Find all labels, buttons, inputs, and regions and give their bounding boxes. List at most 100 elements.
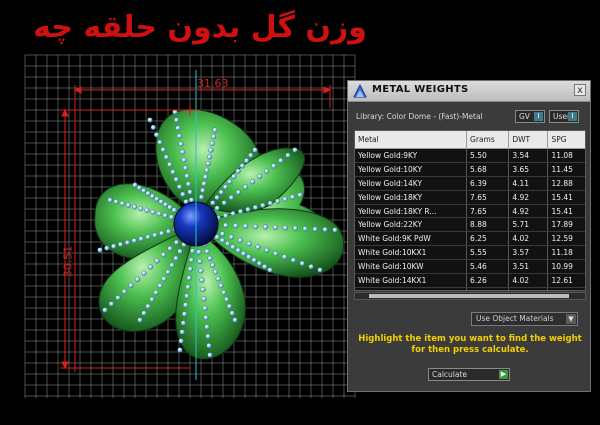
- gem: [211, 134, 217, 140]
- gem: [178, 141, 184, 147]
- close-button[interactable]: x: [574, 84, 586, 96]
- instruction-text: Highlight the item you want to find the …: [358, 334, 582, 355]
- gem: [252, 147, 258, 153]
- cell-dwt: 5.71: [508, 217, 549, 233]
- overlay-title: وزن گل بدون حلقه چه: [33, 10, 367, 45]
- column-header-metal[interactable]: Metal: [355, 131, 468, 149]
- cell-spg: 17.89: [547, 217, 585, 233]
- panel-titlebar[interactable]: METAL WEIGHTS x: [348, 81, 590, 102]
- user-toggle[interactable]: User I: [549, 110, 579, 123]
- gem: [111, 243, 117, 249]
- gem: [210, 200, 216, 206]
- gem: [289, 194, 296, 200]
- table-row[interactable]: White Gold:14K PdW7.134.5914.37: [355, 287, 585, 290]
- play-icon: ▶: [499, 370, 508, 379]
- calculate-label: Calculate: [432, 370, 468, 379]
- cell-spg: 10.99: [547, 259, 585, 275]
- gem: [210, 262, 216, 268]
- gem: [262, 264, 268, 270]
- gem: [121, 288, 128, 295]
- gem: [138, 236, 144, 242]
- cell-grams: 5.46: [466, 259, 510, 275]
- cell-dwt: 4.11: [508, 176, 549, 191]
- cell-grams: 7.65: [466, 204, 510, 219]
- scrollbar-thumb[interactable]: [369, 294, 569, 298]
- toggle-icon: I: [534, 112, 543, 121]
- gem: [202, 174, 209, 180]
- gem: [233, 223, 239, 229]
- gem: [179, 149, 186, 155]
- table-row[interactable]: Yellow Gold:18KY 7.65 4.92 15.41: [355, 190, 585, 205]
- gem: [226, 303, 233, 309]
- gem: [184, 173, 190, 179]
- cell-grams: 7.65: [466, 190, 510, 205]
- gem: [145, 234, 151, 240]
- gem: [292, 225, 298, 231]
- table-row[interactable]: Yellow Gold:9KY 5.50 3.54 11.08: [355, 148, 585, 163]
- gem: [187, 189, 193, 195]
- gem: [230, 244, 236, 250]
- gem: [97, 247, 103, 253]
- table-row[interactable]: Yellow Gold:10KY 5.68 3.65 11.45: [355, 162, 585, 177]
- gem: [262, 224, 269, 230]
- gem: [160, 147, 166, 153]
- cell-metal: Yellow Gold:10KY: [355, 162, 468, 177]
- cell-metal: Yellow Gold:22KY: [355, 217, 468, 233]
- cell-spg: 15.41: [547, 190, 585, 205]
- cell-spg: 11.18: [547, 245, 585, 261]
- gem: [157, 283, 163, 289]
- gem: [243, 157, 250, 164]
- gem: [242, 184, 249, 190]
- column-header-spg[interactable]: SPG: [547, 131, 585, 149]
- horizontal-scrollbar[interactable]: [354, 292, 586, 300]
- table-row[interactable]: Yellow Gold:14KY 6.39 4.11 12.88: [355, 176, 585, 191]
- gem: [214, 205, 220, 211]
- gem: [218, 189, 224, 195]
- cell-dwt: 4.59: [508, 287, 549, 290]
- gem: [222, 184, 229, 190]
- width-dimension-label: 31.63: [197, 77, 229, 90]
- gem: [150, 124, 156, 131]
- gem: [141, 187, 147, 194]
- table-row[interactable]: White Gold:9K PdW 6.25 4.02 12.59: [355, 231, 585, 247]
- table-row[interactable]: White Gold:10KW 5.46 3.51 10.99: [355, 259, 585, 275]
- gem: [182, 165, 189, 171]
- use-object-materials-dropdown[interactable]: Use Object Materials ▼: [471, 312, 578, 326]
- gem: [256, 260, 263, 267]
- gem: [218, 283, 224, 289]
- column-header-dwt[interactable]: DWT: [508, 131, 549, 149]
- cell-grams: 6.26: [466, 273, 510, 288]
- gem: [132, 182, 138, 188]
- gem: [201, 296, 207, 302]
- metal-weights-panel: METAL WEIGHTS x Library: Color Dome - (F…: [347, 80, 591, 392]
- table-row[interactable]: Yellow Gold:18KY R... 7.65 4.92 15.41: [355, 204, 585, 219]
- toggle-icon: I: [568, 112, 577, 121]
- column-header-grams[interactable]: Grams: [466, 131, 510, 149]
- cell-grams: 6.25: [466, 231, 510, 247]
- gem: [107, 197, 113, 203]
- gem: [273, 250, 279, 257]
- gem: [173, 117, 180, 123]
- gem: [156, 211, 162, 217]
- gem: [221, 289, 227, 296]
- gem: [141, 270, 147, 276]
- gem: [278, 157, 284, 164]
- table-row[interactable]: White Gold:10KX1 5.55 3.57 11.18: [355, 245, 585, 261]
- metal-table: Metal Grams DWT SPG Yellow Gold:9KY 5.50 3…: [355, 131, 585, 290]
- gem: [240, 250, 247, 257]
- cell-grams: 8.88: [466, 217, 510, 233]
- metal-table-container[interactable]: Metal Grams DWT SPG Yellow Gold:9KY 5.50 3…: [354, 130, 586, 291]
- gem: [208, 147, 214, 153]
- gv-label: GV: [519, 112, 530, 121]
- flower-model[interactable]: [94, 70, 344, 380]
- gem: [138, 205, 144, 212]
- gem: [206, 154, 213, 160]
- gem: [150, 209, 156, 215]
- gv-toggle[interactable]: GV I: [515, 110, 545, 123]
- gem: [199, 277, 205, 283]
- cell-spg: 15.41: [547, 204, 585, 219]
- calculate-button[interactable]: Calculate ▶: [428, 368, 510, 381]
- table-row[interactable]: White Gold:14KX1 6.26 4.02 12.61: [355, 273, 585, 288]
- table-row[interactable]: Yellow Gold:22KY 8.88 5.71 17.89: [355, 217, 585, 233]
- cell-dwt: 4.02: [508, 273, 549, 288]
